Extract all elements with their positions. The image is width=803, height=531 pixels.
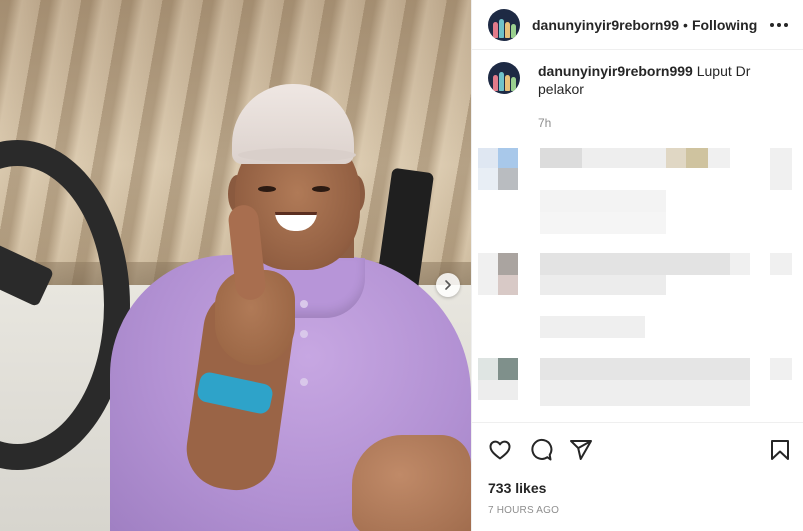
comment-text-blurred <box>540 358 750 380</box>
save-button[interactable] <box>768 438 792 462</box>
post-time[interactable]: 7 HOURS AGO <box>488 505 559 516</box>
person-eye <box>312 186 330 192</box>
comment-text-blurred <box>770 168 792 190</box>
comment-text-blurred <box>770 253 792 275</box>
like-button[interactable] <box>488 438 512 462</box>
comment-text-blurred <box>582 148 666 168</box>
post-sidebar: danunyinyir9reborn99 • Following danunyi… <box>471 0 803 531</box>
comment-avatar-blurred <box>498 148 518 168</box>
caption-username[interactable]: danunyinyir9reborn999 <box>538 63 693 79</box>
separator-dot: • <box>683 16 688 33</box>
share-button[interactable] <box>569 438 593 462</box>
caption-text: danunyinyir9reborn999 Luput Dr pelakor <box>538 62 768 98</box>
comment-avatar-blurred <box>498 275 518 295</box>
avatar-figure <box>505 75 510 91</box>
person-eye <box>258 186 276 192</box>
likes-count[interactable]: 733 likes <box>488 480 546 496</box>
comment-text-blurred <box>708 148 730 168</box>
caption-timestamp[interactable]: 7h <box>538 116 551 130</box>
avatar[interactable] <box>488 62 520 94</box>
caption: danunyinyir9reborn999 Luput Dr pelakor <box>488 62 788 98</box>
comment-text-blurred <box>540 212 666 234</box>
post-header: danunyinyir9reborn99 • Following <box>472 0 803 50</box>
person-second-hand <box>352 435 471 531</box>
chevron-right-icon <box>445 280 451 290</box>
comment-text-blurred <box>540 275 666 295</box>
comment-avatar-blurred <box>478 253 498 295</box>
comment-avatar-blurred <box>478 168 498 190</box>
comment-text-blurred <box>540 148 582 168</box>
comment-avatar-blurred <box>478 358 498 380</box>
post-media[interactable] <box>0 0 471 531</box>
username-link[interactable]: danunyinyir9reborn99 <box>532 17 679 33</box>
comment-text-blurred <box>770 148 792 168</box>
heart-icon <box>489 440 511 460</box>
cap-brim <box>238 148 356 162</box>
comment-text-blurred <box>666 148 686 168</box>
avatar-figure <box>511 23 516 38</box>
comment-text-blurred <box>540 253 730 275</box>
comment-avatar-blurred <box>498 253 518 275</box>
shirt-button <box>300 300 308 308</box>
comment-text-blurred <box>540 380 750 406</box>
avatar-figure <box>499 18 504 38</box>
avatar-figure <box>511 77 516 91</box>
avatar[interactable] <box>488 8 520 41</box>
comment-avatar-blurred <box>478 148 498 168</box>
more-options-icon[interactable] <box>770 17 788 33</box>
comment-icon <box>531 438 553 461</box>
avatar-figure <box>505 21 510 38</box>
shirt-button <box>300 378 308 386</box>
comment-text-blurred <box>540 316 645 338</box>
comment-text-blurred <box>540 190 666 212</box>
shirt-button <box>300 330 308 338</box>
avatar-figure <box>493 75 498 91</box>
comment-button[interactable] <box>529 438 553 462</box>
comment-avatar-blurred <box>478 380 518 400</box>
comment-text-blurred <box>686 148 708 168</box>
share-icon <box>570 440 592 460</box>
comment-text-blurred <box>730 253 750 275</box>
comment-avatar-blurred <box>498 358 518 380</box>
carousel-next-button[interactable] <box>436 273 460 297</box>
bookmark-icon <box>771 440 789 460</box>
action-bar: 733 likes 7 HOURS AGO <box>472 422 803 531</box>
comment-avatar-blurred <box>498 168 518 190</box>
comment-text-blurred <box>770 358 792 380</box>
avatar-figure <box>499 72 504 91</box>
following-button[interactable]: Following <box>692 17 757 33</box>
avatar-figure <box>493 21 498 38</box>
